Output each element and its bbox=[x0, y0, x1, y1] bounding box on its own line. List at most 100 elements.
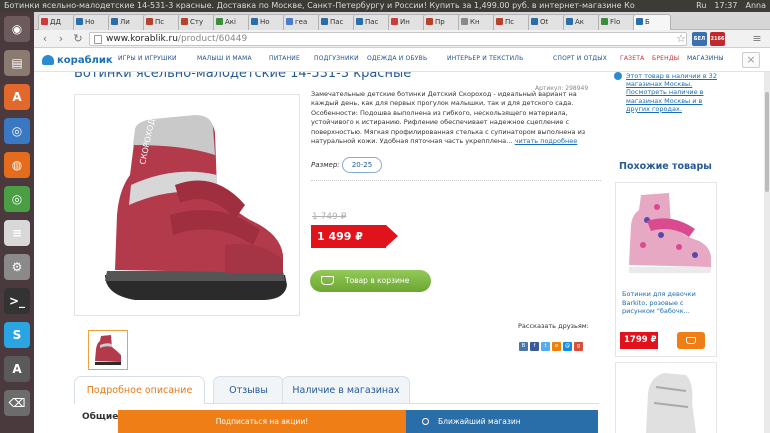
tab-favicon-icon bbox=[41, 18, 48, 25]
launcher-chromium-icon[interactable]: ◎ bbox=[4, 118, 30, 144]
share-gplus-icon[interactable]: g bbox=[574, 342, 583, 351]
similar-product-name[interactable]: Ботинки для девочки Barkito, розовые с р… bbox=[622, 290, 714, 316]
launcher-terminal-icon[interactable]: >_ bbox=[4, 288, 30, 314]
browser-tab[interactable]: Пас bbox=[318, 14, 356, 30]
clock[interactable]: 17:37 bbox=[714, 0, 737, 12]
availability-other-cities-link[interactable]: Посмотреть наличие в магазинах Москвы и … bbox=[626, 88, 704, 112]
browser-toolbar: ‹ › ↻ www.korablik.ru/product/60449 ☆ БЕ… bbox=[34, 30, 770, 48]
reload-button[interactable]: ↻ bbox=[71, 31, 85, 47]
tab-description[interactable]: Подробное описание bbox=[74, 376, 205, 404]
nav-item[interactable]: МАГАЗИНЫ bbox=[687, 55, 724, 62]
launcher-skype-icon[interactable]: S bbox=[4, 322, 30, 348]
browser-tab[interactable]: Пас bbox=[353, 14, 391, 30]
similar-product-card[interactable] bbox=[615, 362, 717, 433]
launcher-settings-icon[interactable]: ⚙ bbox=[4, 254, 30, 280]
cart-icon bbox=[321, 276, 334, 285]
product-page: Ботинки ясельно-малодетские 14-531-3 кра… bbox=[34, 72, 770, 433]
browser-tab[interactable]: Ot bbox=[528, 14, 566, 30]
tab-availability[interactable]: Наличие в магазинах bbox=[282, 376, 410, 403]
tab-favicon-icon bbox=[321, 18, 328, 25]
launcher-files-icon[interactable]: ▤ bbox=[4, 50, 30, 76]
scroll-thumb[interactable] bbox=[765, 92, 769, 192]
cart-icon bbox=[686, 337, 696, 344]
browser-tab-strip: ДД Но Ли Пс Сту Акі Но геа Пас Пас Ин Пр Кн Пс Ot Ак Flo… bbox=[34, 12, 770, 30]
tab-label: Ot bbox=[540, 18, 549, 26]
browser-tab[interactable]: Пс bbox=[493, 14, 531, 30]
product-image[interactable]: СКОРОХОД bbox=[74, 94, 300, 316]
launcher-trash-icon[interactable]: ⌫ bbox=[4, 390, 30, 416]
window-title: Ботинки ясельно-малодетские 14-531-3 кра… bbox=[0, 0, 770, 12]
url-path: /product/60449 bbox=[177, 34, 248, 44]
read-more-link[interactable]: читать подробнее bbox=[515, 137, 578, 145]
nav-item[interactable]: ИГРЫ И ИГРУШКИ bbox=[118, 55, 177, 62]
nav-item[interactable]: ИНТЕРЬЕР И ТЕКСТИЛЬ bbox=[447, 55, 523, 62]
logo-text: кораблик bbox=[57, 54, 113, 66]
tab-reviews[interactable]: Отзывы bbox=[213, 376, 284, 403]
ship-logo-icon bbox=[42, 55, 54, 65]
tab-favicon-icon bbox=[566, 18, 573, 25]
forward-button[interactable]: › bbox=[54, 31, 68, 47]
share-moimir-icon[interactable]: @ bbox=[563, 342, 572, 351]
similar-add-to-cart-button[interactable] bbox=[677, 332, 705, 349]
availability-count-link[interactable]: Этот товар в наличии в 32 магазинах Моск… bbox=[626, 72, 717, 88]
browser-tab[interactable]: Ак bbox=[563, 14, 601, 30]
browser-tab[interactable]: Б bbox=[633, 14, 671, 30]
share-vk-icon[interactable]: В bbox=[519, 342, 528, 351]
tab-favicon-icon bbox=[181, 18, 188, 25]
tab-favicon-icon bbox=[531, 18, 538, 25]
tab-favicon-icon bbox=[216, 18, 223, 25]
similar-product-card[interactable]: Ботинки для девочки Barkito, розовые с р… bbox=[615, 182, 717, 357]
launcher-software-center-icon[interactable]: A bbox=[4, 84, 30, 110]
nav-item[interactable]: ПИТАНИЕ bbox=[269, 55, 300, 62]
nearest-store-label: Ближайший магазин bbox=[438, 417, 521, 426]
chrome-menu-icon[interactable]: ≡ bbox=[750, 31, 764, 47]
nav-item[interactable]: МАЛЫШ И МАМА bbox=[197, 55, 252, 62]
product-description: Замечательные детские ботинки Детский Ск… bbox=[311, 90, 598, 146]
browser-tab[interactable]: геа bbox=[283, 14, 321, 30]
extension-icon[interactable]: БЕЛ bbox=[692, 32, 707, 46]
size-option[interactable]: 20-25 bbox=[342, 157, 382, 173]
subscribe-button[interactable]: Подписаться на акции! bbox=[118, 410, 406, 433]
close-icon[interactable]: × bbox=[742, 52, 760, 68]
browser-tab[interactable]: Ли bbox=[108, 14, 146, 30]
nav-item[interactable]: ГАЗЕТА bbox=[620, 55, 644, 62]
launcher-firefox-icon[interactable]: ◍ bbox=[4, 152, 30, 178]
browser-tab[interactable]: Пр bbox=[423, 14, 461, 30]
launcher-text-editor-icon[interactable]: ≡ bbox=[4, 220, 30, 246]
share-twitter-icon[interactable]: t bbox=[541, 342, 550, 351]
nav-item[interactable]: ПОДГУЗНИКИ bbox=[314, 55, 359, 62]
back-button[interactable]: ‹ bbox=[38, 31, 52, 47]
in-cart-button[interactable]: Товар в корзине bbox=[310, 270, 431, 292]
share-odnoklassniki-icon[interactable]: о bbox=[552, 342, 561, 351]
launcher-chrome-icon[interactable]: ◎ bbox=[4, 186, 30, 212]
browser-tab[interactable]: Ин bbox=[388, 14, 426, 30]
browser-tab[interactable]: Но bbox=[73, 14, 111, 30]
launcher: ◉ ▤ A ◎ ◍ ◎ ≡ ⚙ >_ S A ⌫ bbox=[0, 12, 34, 433]
nearest-store-button[interactable]: Ближайший магазин bbox=[406, 410, 598, 433]
browser-tab[interactable]: ДД bbox=[38, 14, 76, 30]
product-thumbnail[interactable] bbox=[88, 330, 128, 370]
page-scrollbar[interactable] bbox=[764, 72, 770, 433]
nav-item[interactable]: СПОРТ И ОТДЫХ bbox=[553, 55, 607, 62]
nav-item[interactable]: БРЕНДЫ bbox=[652, 55, 679, 62]
share-facebook-icon[interactable]: f bbox=[530, 342, 539, 351]
keyboard-layout-indicator[interactable]: Ru bbox=[696, 0, 706, 12]
tab-favicon-icon bbox=[461, 18, 468, 25]
browser-tab[interactable]: Flo bbox=[598, 14, 636, 30]
site-logo[interactable]: кораблик bbox=[42, 53, 113, 67]
nav-item[interactable]: ОДЕЖДА И ОБУВЬ bbox=[367, 55, 427, 62]
address-bar[interactable]: www.korablik.ru/product/60449 bbox=[89, 32, 687, 46]
tab-label: Б bbox=[645, 18, 650, 26]
browser-tab[interactable]: Акі bbox=[213, 14, 251, 30]
user-name[interactable]: Anna bbox=[745, 0, 766, 12]
tab-favicon-icon bbox=[426, 18, 433, 25]
extension-badge-icon[interactable]: 2166 bbox=[710, 32, 725, 46]
browser-tab[interactable]: Сту bbox=[178, 14, 216, 30]
browser-tab[interactable]: Пс bbox=[143, 14, 181, 30]
browser-tab[interactable]: Но bbox=[248, 14, 286, 30]
tab-label: Пр bbox=[435, 18, 445, 26]
bookmark-star-icon[interactable]: ☆ bbox=[674, 31, 688, 47]
browser-tab[interactable]: Кн bbox=[458, 14, 496, 30]
launcher-updater-icon[interactable]: A bbox=[4, 356, 30, 382]
launcher-dash-icon[interactable]: ◉ bbox=[4, 16, 30, 42]
